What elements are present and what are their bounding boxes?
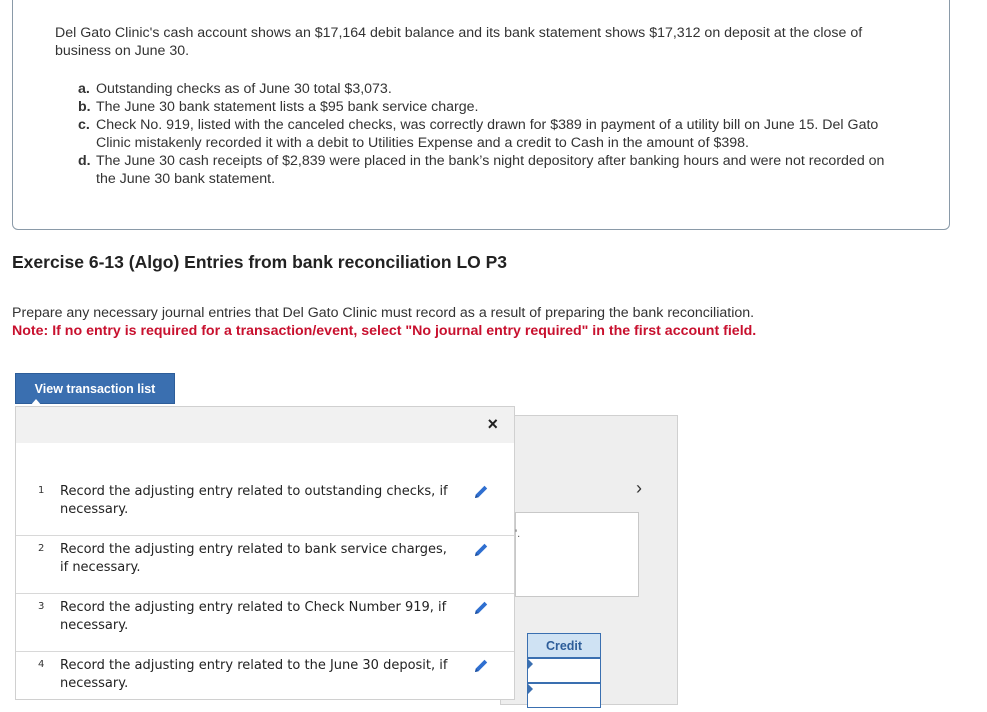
transaction-row[interactable]: 1 Record the adjusting entry related to … <box>16 478 514 536</box>
transaction-number: 3 <box>38 601 45 612</box>
transaction-row[interactable]: 3 Record the adjusting entry related to … <box>16 594 514 652</box>
pencil-icon[interactable] <box>472 599 490 617</box>
pencil-icon[interactable] <box>472 541 490 559</box>
pencil-icon[interactable] <box>472 483 490 501</box>
transaction-number: 1 <box>38 485 45 496</box>
transaction-number: 2 <box>38 543 45 554</box>
problem-item-a: a. Outstanding checks as of June 30 tota… <box>78 80 908 98</box>
cell-marker-icon <box>528 659 533 669</box>
problem-item-c: c. Check No. 919, listed with the cancel… <box>78 116 908 152</box>
problem-intro: Del Gato Clinic's cash account shows an … <box>55 25 863 59</box>
close-icon[interactable]: × <box>487 414 498 434</box>
problem-item-letter: d. <box>78 153 91 169</box>
problem-item-letter: b. <box>78 99 91 115</box>
credit-input-cell[interactable] <box>527 683 601 708</box>
exercise-title: Exercise 6-13 (Algo) Entries from bank r… <box>12 252 508 272</box>
popup-caret <box>30 399 42 406</box>
credit-input-cell[interactable] <box>527 658 601 683</box>
problem-items: a. Outstanding checks as of June 30 tota… <box>78 80 908 188</box>
problem-item-text: Outstanding checks as of June 30 total $… <box>96 81 392 97</box>
problem-item-letter: c. <box>78 117 90 133</box>
problem-item-letter: a. <box>78 81 90 97</box>
problem-item-d: d. The June 30 cash receipts of $2,839 w… <box>78 152 908 188</box>
problem-item-b: b. The June 30 bank statement lists a $9… <box>78 98 908 116</box>
instruction-note: Note: If no entry is required for a tran… <box>12 323 757 339</box>
transaction-description-box <box>515 512 639 597</box>
partial-text: '. <box>515 528 521 540</box>
transaction-number: 4 <box>38 659 45 670</box>
problem-item-text: Check No. 919, listed with the canceled … <box>96 117 879 151</box>
problem-item-text: The June 30 cash receipts of $2,839 were… <box>96 153 885 187</box>
transaction-text: Record the adjusting entry related to Ch… <box>60 600 447 633</box>
problem-item-text: The June 30 bank statement lists a $95 b… <box>96 99 479 115</box>
exercise-instructions: Prepare any necessary journal entries th… <box>12 304 972 340</box>
instruction-text: Prepare any necessary journal entries th… <box>12 305 755 321</box>
transaction-list-popup: × 1 Record the adjusting entry related t… <box>15 406 515 700</box>
transaction-row[interactable]: 4 Record the adjusting entry related to … <box>16 652 514 699</box>
cell-marker-icon <box>528 684 533 694</box>
pencil-icon[interactable] <box>472 657 490 675</box>
chevron-right-icon[interactable]: › <box>636 478 642 499</box>
transaction-text: Record the adjusting entry related to ba… <box>60 542 447 575</box>
transaction-text: Record the adjusting entry related to ou… <box>60 484 448 517</box>
popup-header: × <box>16 407 514 443</box>
credit-column-header: Credit <box>527 633 601 658</box>
transaction-text: Record the adjusting entry related to th… <box>60 658 448 691</box>
transaction-row[interactable]: 2 Record the adjusting entry related to … <box>16 536 514 594</box>
